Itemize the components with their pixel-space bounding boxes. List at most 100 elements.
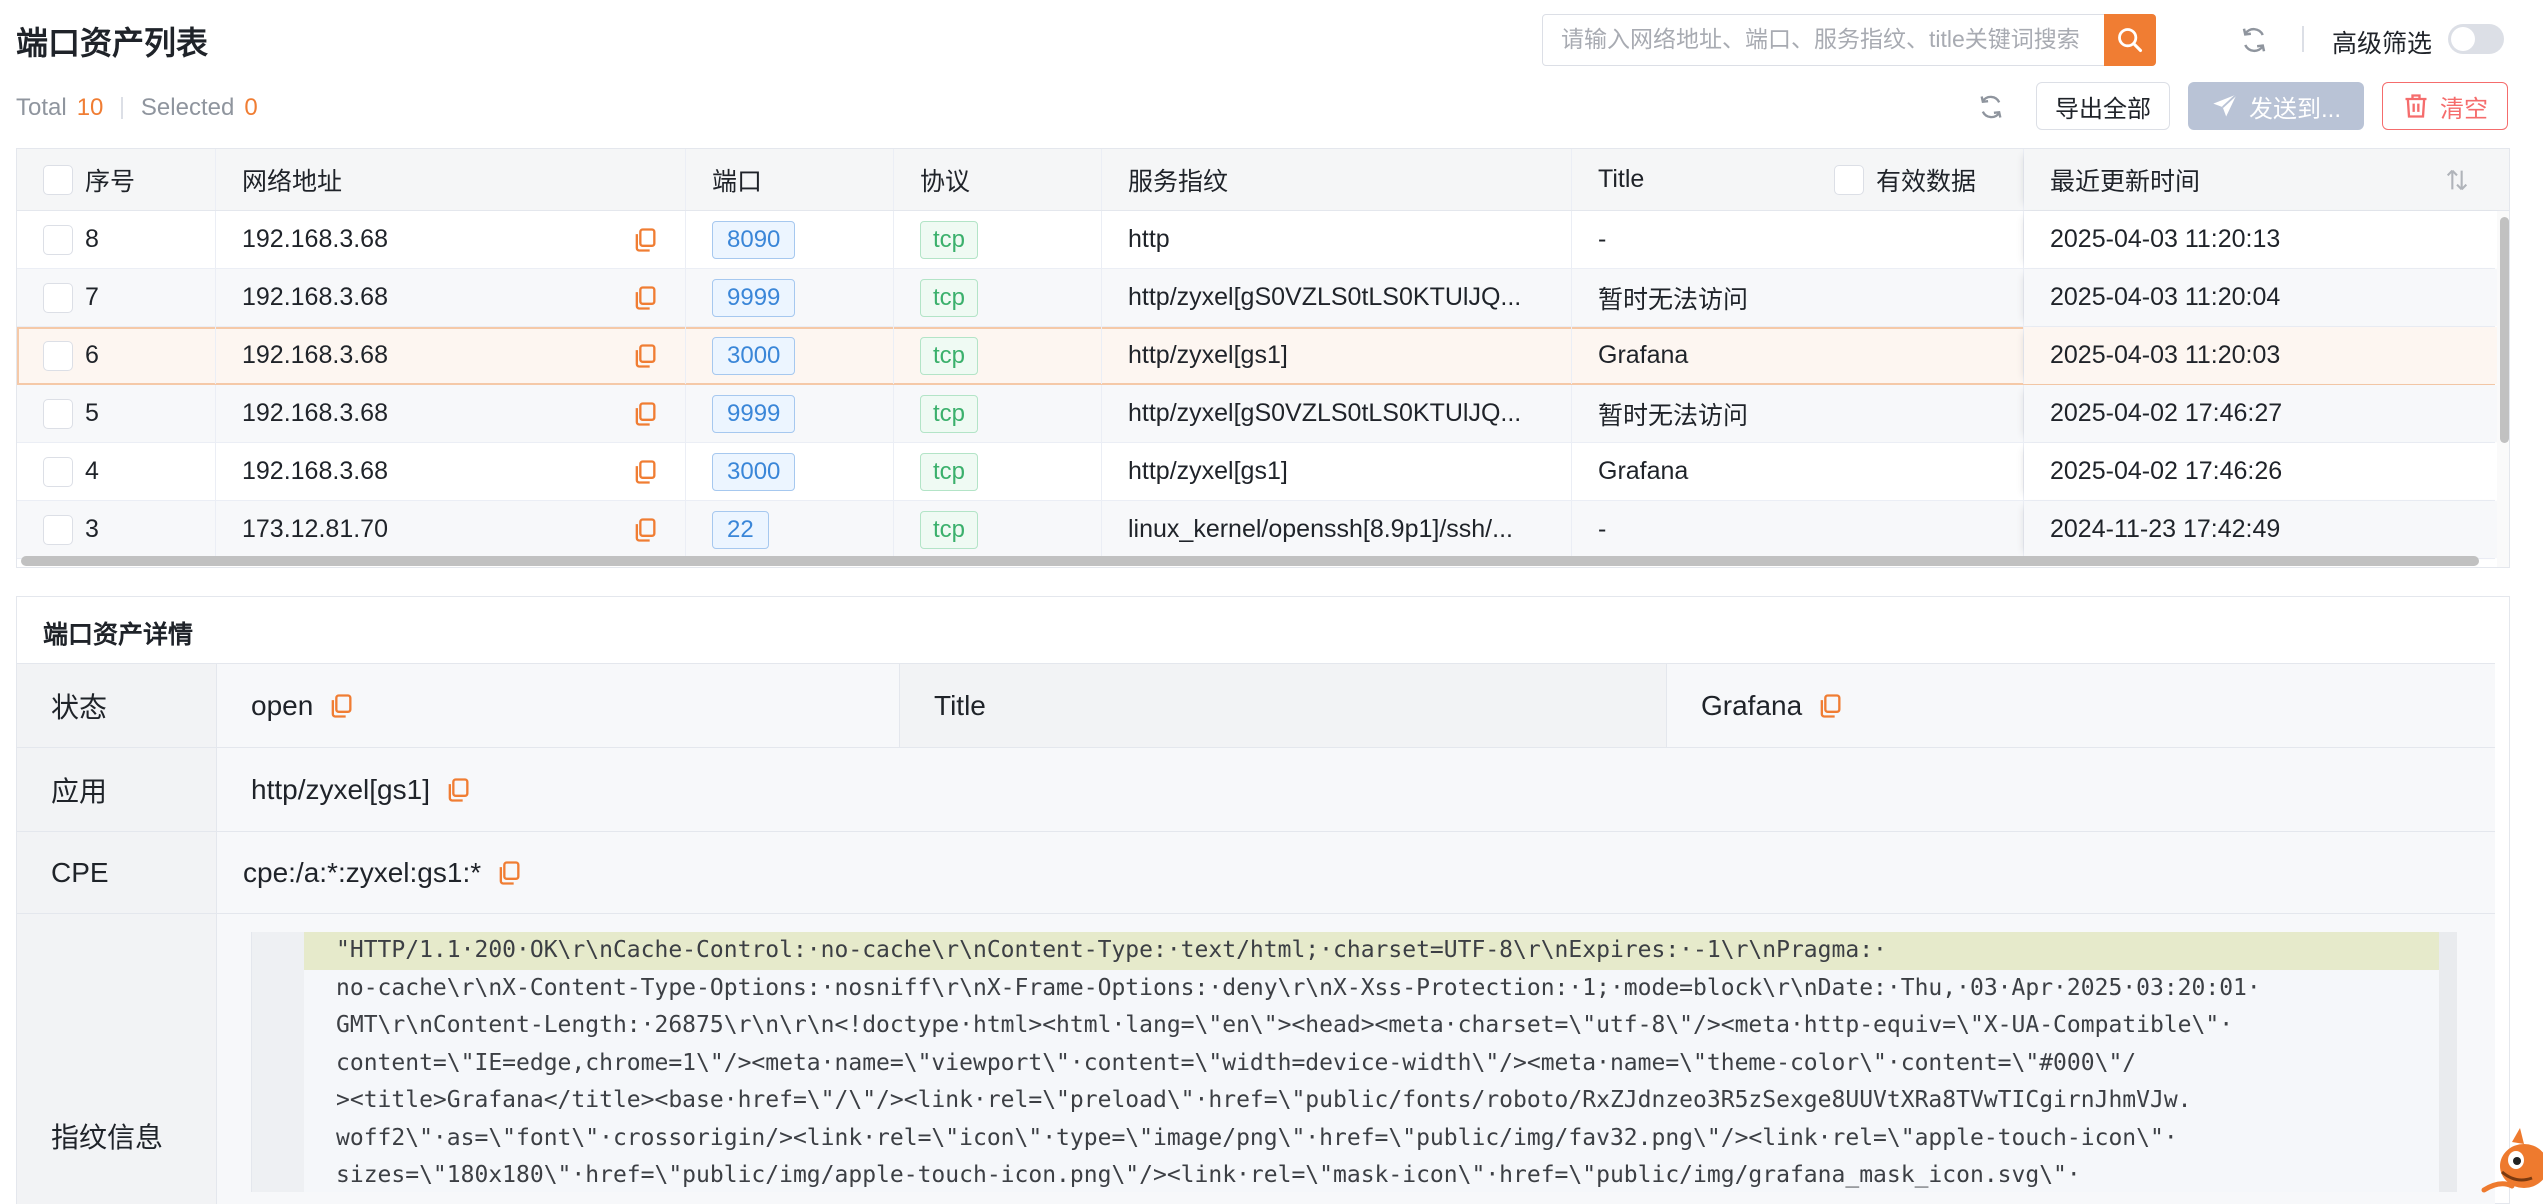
row-index: 6: [85, 341, 99, 369]
copy-icon[interactable]: [495, 859, 523, 887]
fingerprint-code: "HTTP/1.1·200·OK\r\nCache-Control:·no-ca…: [304, 932, 2440, 1192]
copy-icon[interactable]: [631, 516, 659, 544]
clear-button[interactable]: 清空: [2382, 82, 2508, 130]
row-title: -: [1598, 515, 1607, 543]
cell-address: 173.12.81.70: [216, 501, 686, 558]
header-fingerprint: 服务指纹: [1102, 149, 1572, 210]
cell-address: 192.168.3.68: [216, 443, 686, 500]
scrollbar-thumb[interactable]: [2500, 217, 2509, 443]
cell-title: -: [1572, 211, 2024, 268]
cell-index: 7: [17, 269, 216, 326]
row-updated: 2025-04-03 11:20:04: [2050, 283, 2281, 311]
search-button[interactable]: [2104, 13, 2156, 66]
cell-updated: 2025-04-02 17:46:27: [2024, 385, 2509, 442]
code-line: "HTTP/1.1·200·OK\r\nCache-Control:·no-ca…: [304, 932, 2440, 970]
detail-row-app: 应用 http/zyxel[gs1]: [17, 747, 2495, 831]
row-checkbox[interactable]: [43, 340, 73, 371]
header-protocol: 协议: [894, 149, 1102, 210]
protocol-tag: tcp: [920, 452, 979, 491]
select-all-checkbox[interactable]: [43, 164, 73, 195]
cell-port: 22: [686, 501, 894, 558]
cell-title: 暂时无法访问: [1572, 385, 2024, 442]
row-checkbox[interactable]: [43, 224, 73, 255]
mascot-icon[interactable]: [2472, 1120, 2543, 1204]
cell-fingerprint: http/zyxel[gs1]: [1102, 327, 1572, 384]
cell-port: 8090: [686, 211, 894, 268]
clear-label: 清空: [2440, 95, 2488, 123]
copy-icon[interactable]: [1816, 692, 1844, 720]
cell-updated: 2025-04-03 11:20:04: [2024, 269, 2509, 326]
page-title: 端口资产列表: [16, 25, 209, 61]
row-address: 192.168.3.68: [242, 341, 388, 369]
code-line: sizes=\"180x180\"·href=\"public/img/appl…: [336, 1162, 2081, 1188]
cell-updated: 2025-04-02 17:46:26: [2024, 443, 2509, 500]
cell-port: 9999: [686, 385, 894, 442]
refresh-top-button[interactable]: [2236, 22, 2272, 58]
title-label: Title: [934, 689, 986, 721]
copy-icon[interactable]: [631, 400, 659, 428]
table-row[interactable]: 7 192.168.3.68 9999 tcp http/zyxel[gS0VZLS0t…: [17, 269, 2509, 327]
status-value: open: [251, 689, 314, 721]
table-row[interactable]: 6 192.168.3.68 3000 tcp http/zyxel[gs1] Grafa…: [17, 327, 2509, 385]
cell-fingerprint: linux_kernel/openssh[8.9p1]/ssh/...: [1102, 501, 1572, 558]
detail-row-cpe: CPE cpe:/a:*:zyxel:gs1:*: [17, 831, 2495, 913]
header-title-label: Title: [1598, 165, 1645, 193]
total-label: Total: [16, 94, 67, 121]
app-value: http/zyxel[gs1]: [251, 773, 430, 805]
refresh-table-button[interactable]: [1974, 90, 2008, 124]
port-tag: 9999: [712, 394, 796, 433]
copy-icon[interactable]: [631, 458, 659, 486]
advanced-filter-toggle[interactable]: [2448, 24, 2504, 54]
row-checkbox[interactable]: [43, 282, 73, 313]
detail-row-status: 状态 open Title Grafana: [17, 663, 2495, 747]
row-updated: 2025-04-02 17:46:27: [2050, 399, 2283, 427]
cell-updated: 2025-04-03 11:20:13: [2024, 211, 2509, 268]
row-updated: 2025-04-03 11:20:03: [2050, 341, 2281, 369]
port-tag: 3000: [712, 336, 796, 375]
copy-icon[interactable]: [631, 284, 659, 312]
send-to-button[interactable]: 发送到...: [2188, 82, 2364, 130]
header-updated[interactable]: 最近更新时间: [2024, 149, 2509, 210]
cell-index: 5: [17, 385, 216, 442]
scrollbar-thumb[interactable]: [21, 556, 2479, 566]
row-checkbox[interactable]: [43, 398, 73, 429]
app-label: 应用: [17, 748, 217, 831]
fingerprint-code-viewer[interactable]: "HTTP/1.1·200·OK\r\nCache-Control:·no-ca…: [251, 932, 2457, 1192]
total-count: 10: [76, 94, 104, 121]
sort-icon[interactable]: [2443, 166, 2471, 194]
row-updated: 2024-11-23 17:42:49: [2050, 515, 2281, 543]
vertical-scrollbar[interactable]: [2497, 211, 2509, 567]
header-index: 序号: [17, 149, 216, 210]
copy-icon[interactable]: [444, 776, 472, 804]
table-row[interactable]: 3 173.12.81.70 22 tcp linux_kernel/openssh[8…: [17, 501, 2509, 559]
copy-icon[interactable]: [631, 342, 659, 370]
code-line: woff2\"·as=\"font\"·crossorigin/><link·r…: [336, 1124, 2178, 1151]
trash-icon: [2405, 94, 2427, 118]
protocol-tag: tcp: [920, 220, 979, 259]
code-scrollbar[interactable]: [2439, 932, 2457, 1192]
row-fingerprint: linux_kernel/openssh[8.9p1]/ssh/...: [1128, 515, 1513, 543]
valid-data-checkbox[interactable]: [1834, 164, 1864, 195]
search-input[interactable]: [1561, 15, 2081, 64]
port-tag: 22: [712, 510, 769, 549]
row-index: 5: [85, 399, 99, 427]
refresh-icon: [1980, 95, 2002, 119]
export-all-button[interactable]: 导出全部: [2036, 82, 2170, 130]
row-checkbox[interactable]: [43, 514, 73, 545]
port-tag: 3000: [712, 452, 796, 491]
table-row[interactable]: 5 192.168.3.68 9999 tcp http/zyxel[gS0VZLS0t…: [17, 385, 2509, 443]
table-row[interactable]: 4 192.168.3.68 3000 tcp http/zyxel[gs1] Grafa…: [17, 443, 2509, 501]
cell-fingerprint: http/zyxel[gs1]: [1102, 443, 1572, 500]
title-label-cell: Title: [899, 664, 1667, 747]
copy-icon[interactable]: [327, 692, 355, 720]
send-icon: [2213, 93, 2238, 117]
row-fingerprint: http/zyxel[gS0VZLS0tLS0KTUlJQ...: [1128, 283, 1522, 311]
table-row[interactable]: 8 192.168.3.68 8090 tcp http - 2025-04-03 11:2…: [17, 211, 2509, 269]
horizontal-scrollbar[interactable]: [17, 553, 2495, 567]
send-to-label: 发送到...: [2248, 95, 2341, 123]
fingerprint-label: 指纹信息: [17, 914, 217, 1204]
row-checkbox[interactable]: [43, 456, 73, 487]
cell-fingerprint: http: [1102, 211, 1572, 268]
copy-icon[interactable]: [631, 226, 659, 254]
search-icon: [2118, 27, 2143, 52]
